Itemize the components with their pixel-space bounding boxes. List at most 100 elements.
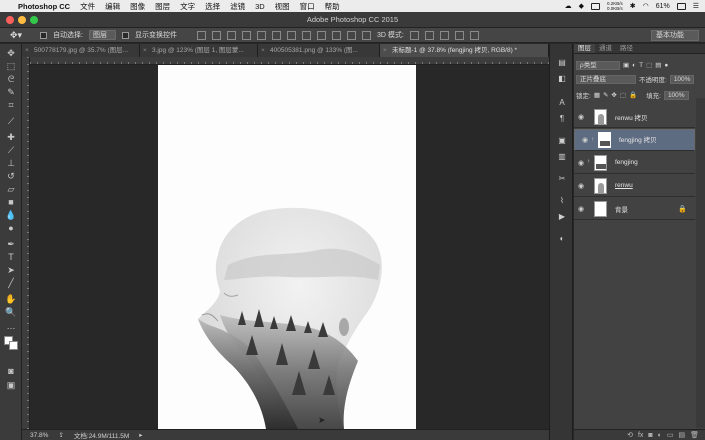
libraries-panel-icon[interactable]: ▣ <box>557 136 567 145</box>
tab-document-3[interactable]: × 400505381.png @ 133% (图... <box>258 44 380 57</box>
brush-tool-icon[interactable]: ⟋ <box>5 145 17 156</box>
layers-scrollbar[interactable] <box>696 98 705 428</box>
canvas-area[interactable]: ➤ <box>30 65 549 429</box>
document-canvas[interactable]: ➤ <box>158 65 416 429</box>
eye-icon[interactable]: ◉ <box>574 113 588 121</box>
tab-channels[interactable]: 通道 <box>595 44 616 53</box>
zoom-tool-icon[interactable]: 🔍 <box>5 307 17 318</box>
move-tool-icon[interactable]: ✥▾ <box>10 30 22 41</box>
adjustments-panel-icon[interactable]: ▥ <box>557 152 567 161</box>
minimize-window-button[interactable] <box>18 16 26 24</box>
align-right-icon[interactable] <box>272 30 282 40</box>
add-mask-icon[interactable]: ◙ <box>648 432 652 439</box>
quick-mask-icon[interactable]: ◙ <box>5 366 17 377</box>
distribute-vcenter-icon[interactable] <box>302 30 312 40</box>
lock-pixels-icon[interactable]: ✎ <box>603 91 608 99</box>
menu-type[interactable]: 文字 <box>180 1 195 12</box>
scale-3d-icon[interactable] <box>469 30 479 40</box>
layer-row-fengjing[interactable]: ◉ ⟊ fengjing <box>574 152 695 174</box>
distribute-right-icon[interactable] <box>362 30 372 40</box>
close-tab-icon[interactable]: × <box>383 44 387 57</box>
layer-row-fengjing-copy[interactable]: ◉ ⟊ fengjing 拷贝 <box>574 129 695 151</box>
menu-layer[interactable]: 图层 <box>155 1 170 12</box>
lasso-tool-icon[interactable]: ᘓ <box>5 74 17 85</box>
blend-mode-dropdown[interactable]: 正片叠底 <box>576 74 636 84</box>
menu-3d[interactable]: 3D <box>255 2 265 11</box>
tool-presets-icon[interactable]: ✂ <box>557 174 567 183</box>
display-icon[interactable] <box>590 2 600 10</box>
export-icon[interactable]: ⇪ <box>58 431 63 439</box>
tab-document-active[interactable]: × 未标题-1 @ 37.8% (fengjing 拷贝, RGB/8) * <box>380 44 549 57</box>
cloud-icon[interactable]: ☁ <box>565 2 572 10</box>
align-hcenter-icon[interactable] <box>257 30 267 40</box>
history-brush-tool-icon[interactable]: ↺ <box>5 171 17 182</box>
close-tab-icon[interactable]: × <box>261 44 265 57</box>
tab-document-1[interactable]: × 500778179.jpg @ 35.7% (图层... <box>22 44 140 57</box>
close-tab-icon[interactable]: × <box>25 44 29 57</box>
menu-view[interactable]: 视图 <box>275 1 290 12</box>
eye-icon[interactable]: ◉ <box>574 205 588 213</box>
lock-transparent-icon[interactable]: ▦ <box>594 91 600 99</box>
status-menu-chevron-icon[interactable]: ▸ <box>139 431 142 439</box>
dropbox-icon[interactable]: ◆ <box>579 2 584 10</box>
screen-mode-icon[interactable]: ▣ <box>5 380 17 391</box>
eye-icon[interactable]: ◉ <box>574 182 588 190</box>
lock-all-icon[interactable]: 🔒 <box>629 91 637 99</box>
align-vcenter-icon[interactable] <box>212 30 222 40</box>
wifi-icon[interactable]: ◠ <box>643 2 649 10</box>
auto-select-dropdown[interactable]: 图层 <box>89 30 117 40</box>
layer-style-icon[interactable]: fx <box>638 432 643 439</box>
tab-document-2[interactable]: × 3.jpg @ 123% (图层 1, 图层蒙... <box>140 44 258 57</box>
character-panel-icon[interactable]: A <box>557 98 567 107</box>
align-top-icon[interactable] <box>197 30 207 40</box>
link-layers-icon[interactable]: ⟲ <box>627 431 633 439</box>
opacity-input[interactable]: 100% <box>669 74 695 84</box>
tab-layers[interactable]: 图层 <box>574 44 595 53</box>
lock-position-icon[interactable]: ✥ <box>611 91 616 99</box>
tab-paths[interactable]: 路径 <box>616 44 637 53</box>
eraser-tool-icon[interactable]: ▱ <box>5 184 17 195</box>
quick-select-tool-icon[interactable]: ✎ <box>5 87 17 98</box>
battery-icon[interactable] <box>676 2 686 10</box>
eyedropper-tool-icon[interactable]: ⟋ <box>5 116 17 127</box>
menu-help[interactable]: 帮助 <box>325 1 340 12</box>
lock-icon[interactable]: 🔒 <box>678 205 687 213</box>
properties-panel-icon[interactable]: ◐ <box>557 234 567 243</box>
menu-window[interactable]: 窗口 <box>300 1 315 12</box>
menu-filter[interactable]: 滤镜 <box>230 1 245 12</box>
new-layer-icon[interactable]: ▤ <box>678 431 685 439</box>
eye-icon[interactable]: ◉ <box>578 136 592 145</box>
horizontal-ruler[interactable] <box>30 57 549 65</box>
layer-row-renwu-copy[interactable]: ◉ renwu 拷贝 <box>574 106 695 128</box>
pen-tool-icon[interactable]: ✒ <box>5 239 17 250</box>
distribute-hcenter-icon[interactable] <box>347 30 357 40</box>
adjustment-layer-icon[interactable]: ◐ <box>658 432 662 439</box>
workspace-dropdown[interactable]: 基本功能 <box>651 30 699 41</box>
hand-tool-icon[interactable]: ✋ <box>5 294 17 305</box>
eye-icon[interactable]: ◉ <box>574 159 588 167</box>
distribute-left-icon[interactable] <box>332 30 342 40</box>
rotate-3d-icon[interactable] <box>409 30 419 40</box>
type-tool-icon[interactable]: T <box>5 252 17 263</box>
blur-tool-icon[interactable]: 💧 <box>5 210 17 221</box>
zoom-level[interactable]: 37.8% <box>30 432 48 439</box>
auto-select-checkbox[interactable] <box>40 31 48 39</box>
history-panel-icon[interactable]: ▤ <box>557 58 567 67</box>
crop-tool-icon[interactable]: ⌗ <box>5 100 17 111</box>
filter-shape-icon[interactable]: ⬚ <box>646 61 652 69</box>
layer-row-renwu[interactable]: ◉ renwu <box>574 175 695 197</box>
close-tab-icon[interactable]: × <box>143 44 147 57</box>
marquee-tool-icon[interactable]: ⬚ <box>5 61 17 72</box>
menu-file[interactable]: 文件 <box>80 1 95 12</box>
filter-toggle-icon[interactable]: ● <box>664 62 668 69</box>
align-left-icon[interactable] <box>242 30 252 40</box>
fill-input[interactable]: 100% <box>663 90 689 100</box>
menu-edit[interactable]: 编辑 <box>105 1 120 12</box>
menu-select[interactable]: 选择 <box>205 1 220 12</box>
zoom-window-button[interactable] <box>30 16 38 24</box>
filter-adjustment-icon[interactable]: ◐ <box>632 62 636 69</box>
filter-pixel-icon[interactable]: ▣ <box>623 61 629 69</box>
more-tools-icon[interactable]: … <box>5 321 17 332</box>
lock-artboard-icon[interactable]: ⬚ <box>620 91 626 99</box>
actions-panel-icon[interactable]: ▶ <box>557 212 567 221</box>
